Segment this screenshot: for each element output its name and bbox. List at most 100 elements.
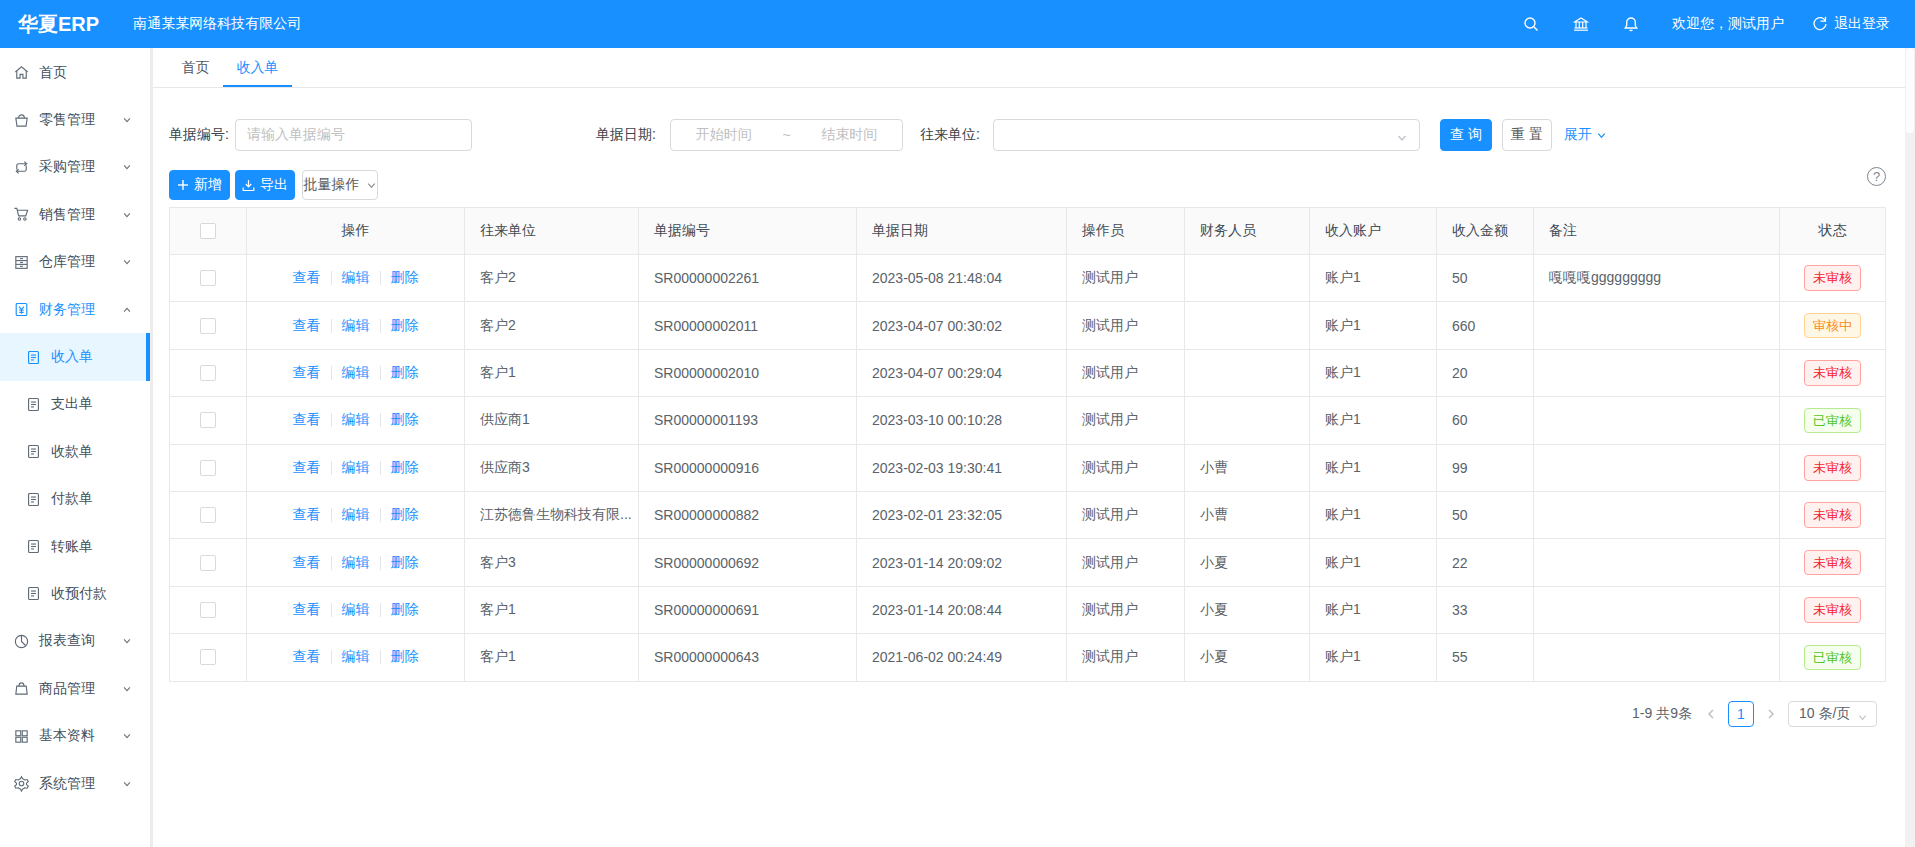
next-page-button[interactable] [1760, 708, 1782, 720]
view-link[interactable]: 查看 [293, 554, 321, 572]
logout-button[interactable]: 退出登录 [1812, 15, 1890, 33]
row-checkbox[interactable] [200, 555, 216, 571]
search-button[interactable]: 查 询 [1440, 119, 1492, 151]
chevron-down-icon [122, 257, 132, 267]
export-button[interactable]: 导出 [235, 170, 295, 200]
sidebar-item-system[interactable]: 系统管理 [0, 760, 150, 807]
view-link[interactable]: 查看 [293, 506, 321, 524]
cell-account: 账户1 [1310, 491, 1437, 538]
view-link[interactable]: 查看 [293, 411, 321, 429]
edit-link[interactable]: 编辑 [342, 648, 370, 666]
column-header-5: 操作员 [1067, 208, 1185, 255]
cell-account: 账户1 [1310, 634, 1437, 681]
app-logo: 华夏ERP [18, 11, 99, 38]
basic-icon [13, 728, 30, 745]
sidebar-item-payment-bill[interactable]: 付款单 [0, 476, 150, 523]
chevron-up-icon [122, 305, 132, 315]
cell-finance [1185, 302, 1310, 349]
delete-link[interactable]: 删除 [391, 601, 419, 619]
delete-link[interactable]: 删除 [391, 411, 419, 429]
cell-partner: 客户2 [465, 302, 639, 349]
select-all-checkbox[interactable] [200, 223, 216, 239]
sidebar-item-transfer-bill[interactable]: 转账单 [0, 523, 150, 570]
sidebar-item-expense-bill[interactable]: 支出单 [0, 381, 150, 428]
row-checkbox[interactable] [200, 318, 216, 334]
delete-link[interactable]: 删除 [391, 554, 419, 572]
help-icon[interactable]: ? [1867, 167, 1886, 186]
status-badge: 已审核 [1804, 645, 1861, 671]
page-1-button[interactable]: 1 [1728, 701, 1754, 727]
table-header-row: 操作往来单位单据编号单据日期操作员财务人员收入账户收入金额备注状态 [170, 208, 1886, 255]
column-header-8: 收入金额 [1437, 208, 1534, 255]
delete-link[interactable]: 删除 [391, 459, 419, 477]
row-checkbox[interactable] [200, 507, 216, 523]
cell-finance [1185, 255, 1310, 302]
delete-link[interactable]: 删除 [391, 506, 419, 524]
view-link[interactable]: 查看 [293, 459, 321, 477]
tab-income-bill[interactable]: 收入单 [223, 48, 292, 87]
scrollbar-thumb[interactable] [1906, 48, 1914, 133]
page-scrollbar[interactable] [1905, 48, 1915, 847]
edit-link[interactable]: 编辑 [342, 554, 370, 572]
sidebar-item-goods[interactable]: 商品管理 [0, 665, 150, 712]
sidebar-item-basic[interactable]: 基本资料 [0, 712, 150, 759]
add-button[interactable]: 新增 [169, 170, 230, 200]
partner-select[interactable] [993, 119, 1420, 151]
warehouse-icon [13, 254, 30, 271]
delete-link[interactable]: 删除 [391, 269, 419, 287]
view-link[interactable]: 查看 [293, 364, 321, 382]
system-icon [13, 775, 30, 792]
prev-page-button[interactable] [1700, 708, 1722, 720]
delete-link[interactable]: 删除 [391, 648, 419, 666]
sidebar-item-receipt-bill[interactable]: 收款单 [0, 428, 150, 475]
sidebar-item-finance[interactable]: 财务管理 [0, 286, 150, 333]
cell-remark [1534, 302, 1780, 349]
date-start-input[interactable]: 开始时间 [671, 126, 777, 144]
expand-link[interactable]: 展开 [1564, 126, 1607, 144]
cell-finance: 小夏 [1185, 634, 1310, 681]
row-checkbox[interactable] [200, 649, 216, 665]
row-checkbox[interactable] [200, 602, 216, 618]
view-link[interactable]: 查看 [293, 317, 321, 335]
tab-home[interactable]: 首页 [168, 48, 223, 87]
bill-no-input[interactable]: 请输入单据编号 [235, 119, 472, 151]
sidebar-item-purchase[interactable]: 采购管理 [0, 144, 150, 191]
batch-actions-button[interactable]: 批量操作 [302, 170, 378, 200]
view-link[interactable]: 查看 [293, 601, 321, 619]
edit-link[interactable]: 编辑 [342, 601, 370, 619]
reset-button[interactable]: 重 置 [1502, 119, 1552, 151]
page-size-select[interactable]: 10 条/页 [1788, 701, 1877, 727]
delete-link[interactable]: 删除 [391, 364, 419, 382]
bank-icon[interactable] [1573, 16, 1589, 32]
view-link[interactable]: 查看 [293, 648, 321, 666]
bell-icon[interactable] [1623, 16, 1639, 32]
row-checkbox[interactable] [200, 270, 216, 286]
cell-amount: 50 [1437, 255, 1534, 302]
edit-link[interactable]: 编辑 [342, 364, 370, 382]
cell-account: 账户1 [1310, 349, 1437, 396]
edit-link[interactable]: 编辑 [342, 317, 370, 335]
edit-link[interactable]: 编辑 [342, 459, 370, 477]
income-bill-table: 操作往来单位单据编号单据日期操作员财务人员收入账户收入金额备注状态 查看编辑删除… [169, 207, 1886, 682]
sidebar-item-income-bill[interactable]: 收入单 [0, 333, 150, 380]
row-checkbox[interactable] [200, 460, 216, 476]
search-icon[interactable] [1523, 16, 1539, 32]
view-link[interactable]: 查看 [293, 269, 321, 287]
sidebar-item-report[interactable]: 报表查询 [0, 618, 150, 665]
edit-link[interactable]: 编辑 [342, 506, 370, 524]
cell-operator: 测试用户 [1067, 255, 1185, 302]
sidebar-item-advance-bill[interactable]: 收预付款 [0, 570, 150, 617]
pagination-total: 1-9 共9条 [1632, 705, 1692, 723]
row-checkbox[interactable] [200, 365, 216, 381]
sidebar-item-home[interactable]: 首页 [0, 49, 150, 96]
status-badge: 未审核 [1804, 502, 1861, 528]
sidebar-item-sales[interactable]: 销售管理 [0, 191, 150, 238]
date-end-input[interactable]: 结束时间 [797, 126, 903, 144]
delete-link[interactable]: 删除 [391, 317, 419, 335]
sidebar-item-retail[interactable]: 零售管理 [0, 96, 150, 143]
date-range-input[interactable]: 开始时间 ~ 结束时间 [670, 119, 903, 151]
row-checkbox[interactable] [200, 412, 216, 428]
edit-link[interactable]: 编辑 [342, 269, 370, 287]
edit-link[interactable]: 编辑 [342, 411, 370, 429]
sidebar-item-warehouse[interactable]: 仓库管理 [0, 239, 150, 286]
